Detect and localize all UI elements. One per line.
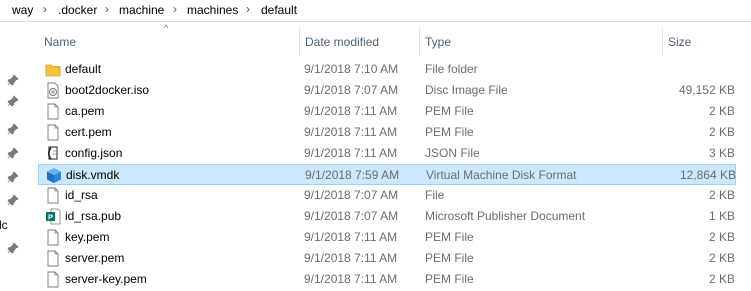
file-type: PEM File (425, 272, 474, 286)
file-name: ca.pem (65, 104, 105, 118)
file-type: Microsoft Publisher Document (425, 209, 586, 223)
file-row[interactable]: server-key.pem 9/1/2018 7:11 AM PEM File 2 … (38, 269, 736, 290)
file-row[interactable]: key.pem 9/1/2018 7:11 AM PEM File 2 KB (38, 227, 736, 248)
file-date-modified: 9/1/2018 7:11 AM (304, 272, 398, 286)
vmdk-cube-icon (46, 167, 62, 184)
file-date-modified: 9/1/2018 7:11 AM (304, 251, 398, 265)
breadcrumb-separator-icon[interactable]: › (246, 2, 250, 16)
file-date-modified: 9/1/2018 7:07 AM (304, 209, 399, 223)
file-date-modified: 9/1/2018 7:11 AM (304, 146, 398, 160)
disc-image-icon (45, 82, 61, 99)
file-row[interactable]: boot2docker.iso 9/1/2018 7:07 AM Disc Imag… (38, 80, 736, 101)
breadcrumb-item-default[interactable]: default (261, 3, 297, 17)
navigation-pane-edge: lс (0, 22, 28, 291)
breadcrumb-item-machine[interactable]: machine (119, 3, 164, 17)
file-name: config.json (65, 146, 123, 160)
pin-icon[interactable] (7, 74, 19, 86)
file-size: 2 KB (708, 272, 735, 286)
file-size (628, 59, 735, 80)
file-name: server.pem (65, 251, 125, 265)
document-icon (45, 103, 61, 120)
breadcrumb-item-docker[interactable]: .docker (58, 3, 97, 17)
file-date-modified: 9/1/2018 7:07 AM (304, 83, 399, 97)
document-icon (45, 271, 61, 288)
file-type: File folder (425, 62, 478, 76)
file-name: key.pem (65, 230, 110, 244)
pin-icon[interactable] (7, 95, 19, 107)
folder-icon (45, 61, 61, 78)
file-type: PEM File (425, 251, 474, 265)
file-size: 2 KB (708, 125, 735, 139)
file-date-modified: 9/1/2018 7:10 AM (304, 62, 399, 76)
file-row[interactable]: disk.vmdk 9/1/2018 7:59 AM Virtual Machine… (38, 164, 736, 185)
column-header-date-modified[interactable]: Date modified (299, 26, 419, 58)
file-type: JSON File (425, 146, 480, 160)
file-name: server-key.pem (65, 272, 147, 286)
column-header-name[interactable]: Name (38, 26, 300, 58)
breadcrumb-separator-icon[interactable]: › (173, 2, 177, 16)
file-row[interactable]: cert.pem 9/1/2018 7:11 AM PEM File 2 KB (38, 122, 736, 143)
file-row[interactable]: default 9/1/2018 7:10 AM File folder (38, 59, 736, 80)
file-date-modified: 9/1/2018 7:11 AM (304, 230, 398, 244)
document-icon (45, 229, 61, 246)
file-row[interactable]: ca.pem 9/1/2018 7:11 AM PEM File 2 KB (38, 101, 736, 122)
svg-text:P: P (48, 212, 53, 221)
file-size: 2 KB (708, 251, 735, 265)
file-date-modified: 9/1/2018 7:11 AM (304, 125, 398, 139)
document-icon (45, 187, 61, 204)
file-date-modified: 9/1/2018 7:11 AM (304, 104, 398, 118)
file-size: 49,152 KB (678, 83, 735, 97)
file-date-modified: 9/1/2018 7:59 AM (305, 168, 400, 182)
file-row[interactable]: Pid_rsa.pub 9/1/2018 7:07 AM Microsoft Pub… (38, 206, 736, 227)
column-header: ^ Name Date modified Type Size (38, 23, 743, 58)
publisher-icon: P (45, 208, 61, 225)
file-size: 12,864 KB (679, 168, 736, 182)
file-type: PEM File (425, 230, 474, 244)
address-breadcrumb: way › .docker › machine › machines › def… (0, 0, 751, 22)
pin-icon[interactable] (7, 194, 19, 206)
file-size: 2 KB (708, 188, 735, 202)
document-icon (45, 124, 61, 141)
file-size: 1 KB (708, 209, 735, 223)
column-header-type[interactable]: Type (419, 26, 663, 58)
file-name: default (65, 62, 102, 76)
file-type: PEM File (425, 125, 474, 139)
vertical-scrollbar[interactable] (743, 22, 751, 291)
file-row[interactable]: config.json 9/1/2018 7:11 AM JSON File 3 KB (38, 143, 736, 164)
file-name: id_rsa (65, 188, 98, 202)
json-file-icon (45, 145, 61, 162)
pin-icon[interactable] (7, 242, 19, 254)
pin-icon[interactable] (7, 123, 19, 135)
column-header-size[interactable]: Size (662, 26, 742, 58)
file-name: disk.vmdk (66, 168, 120, 182)
file-date-modified: 9/1/2018 7:07 AM (304, 188, 399, 202)
file-type: PEM File (425, 104, 474, 118)
file-row[interactable]: id_rsa 9/1/2018 7:07 AM File 2 KB (38, 185, 736, 206)
breadcrumb-item-machines[interactable]: machines (187, 3, 238, 17)
file-name: cert.pem (65, 125, 112, 139)
truncated-nav-label: lс (0, 218, 8, 232)
file-name: boot2docker.iso (65, 83, 150, 97)
file-type: Virtual Machine Disk Format (426, 168, 577, 182)
breadcrumb-item-way[interactable]: way (12, 3, 33, 17)
file-size: 2 KB (708, 104, 735, 118)
pin-icon[interactable] (7, 171, 19, 183)
file-name: id_rsa.pub (65, 209, 122, 223)
file-type: Disc Image File (425, 83, 508, 97)
file-type: File (425, 188, 445, 202)
file-size: 3 KB (708, 146, 735, 160)
breadcrumb-separator-icon[interactable]: › (105, 2, 109, 16)
breadcrumb-separator-icon[interactable]: › (43, 2, 47, 16)
pin-icon[interactable] (7, 147, 19, 159)
file-size: 2 KB (708, 230, 735, 244)
file-row[interactable]: server.pem 9/1/2018 7:11 AM PEM File 2 KB (38, 248, 736, 269)
document-icon (45, 250, 61, 267)
